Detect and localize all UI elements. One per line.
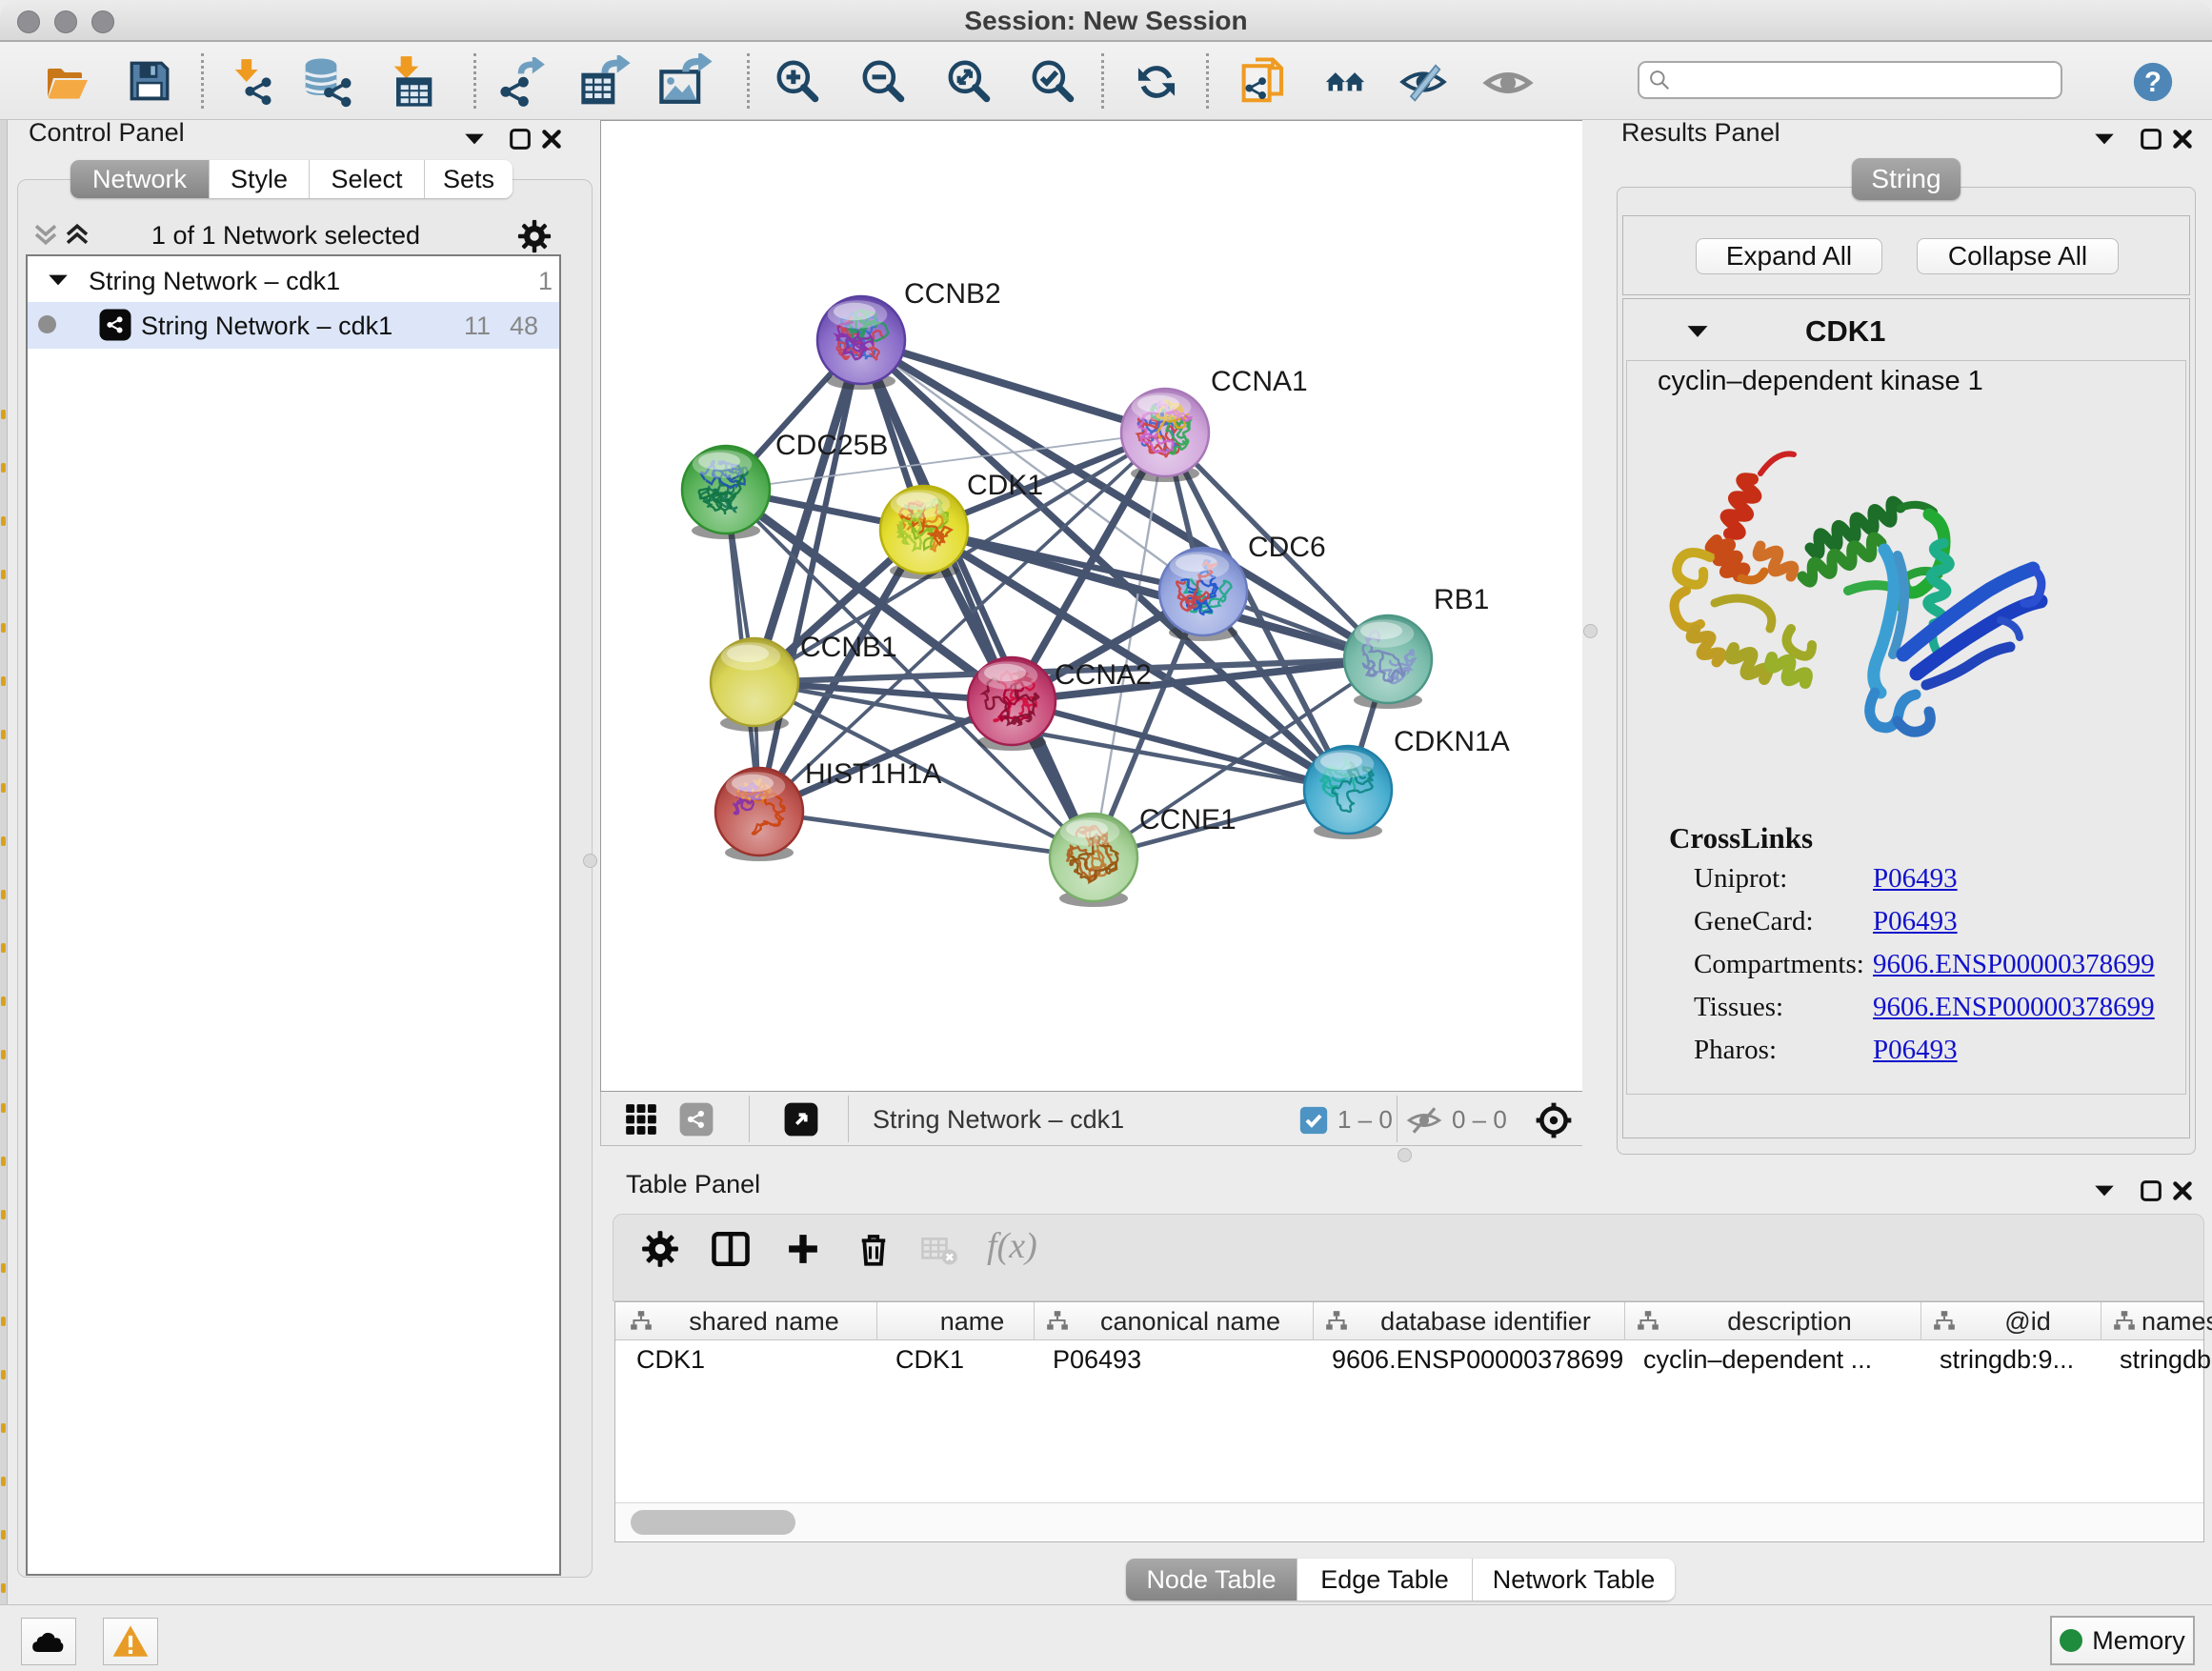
- svg-text:CCNA2: CCNA2: [1055, 659, 1152, 691]
- svg-text:CDC6: CDC6: [1248, 532, 1326, 563]
- svg-text:CCNB2: CCNB2: [904, 278, 1001, 310]
- svg-text:HIST1H1A: HIST1H1A: [805, 758, 941, 790]
- svg-text:?: ?: [2144, 67, 2162, 98]
- svg-text:CCNB1: CCNB1: [800, 632, 897, 663]
- svg-text:CCNA1: CCNA1: [1211, 366, 1308, 397]
- svg-text:CDK1: CDK1: [967, 470, 1043, 501]
- svg-text:CDC25B: CDC25B: [775, 430, 888, 461]
- svg-text:CDKN1A: CDKN1A: [1394, 726, 1510, 757]
- svg-text:CCNE1: CCNE1: [1139, 804, 1237, 836]
- svg-text:RB1: RB1: [1434, 584, 1489, 615]
